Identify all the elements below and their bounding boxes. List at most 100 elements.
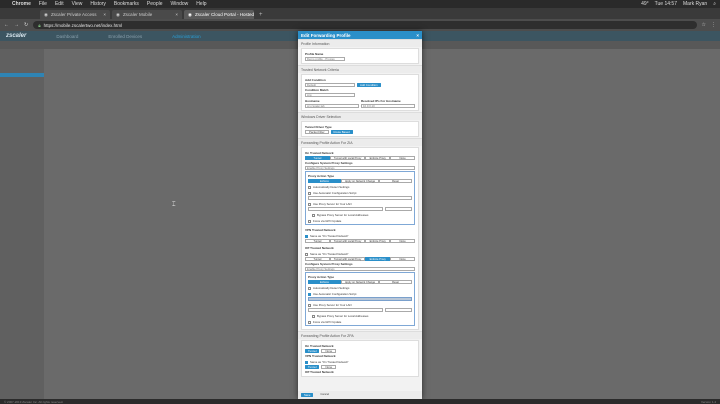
action-tunnel-local-proxy[interactable]: Tunnel with Local Proxy xyxy=(329,156,366,160)
tab-private-access[interactable]: ◉ Zscaler Private Access × xyxy=(40,10,110,19)
user-name[interactable]: Mark Ryan xyxy=(683,1,707,7)
modal-title-bar: Edit Forwarding Profile × xyxy=(298,31,422,39)
profile-name-input[interactable]: Demo profile - Proxies xyxy=(305,57,345,61)
checkbox[interactable] xyxy=(312,213,315,217)
proxy-action-reset[interactable]: Reset xyxy=(379,179,413,183)
off-action-none[interactable]: None xyxy=(390,257,415,261)
search-icon[interactable]: ⌕ xyxy=(713,1,716,7)
checkbox[interactable] xyxy=(312,314,315,318)
bypass-checkbox[interactable]: Bypass Proxy Server for Local Addresses xyxy=(308,213,412,217)
off-configure-proxy-select[interactable]: Enable Proxy Settings xyxy=(305,267,415,271)
menu-dots-icon[interactable]: ⋮ xyxy=(711,22,716,28)
on-trusted-actions: Tunnel Tunnel with Local Proxy Enforce P… xyxy=(305,156,415,160)
menu-window[interactable]: Window xyxy=(171,1,189,7)
auto-detect-checkbox[interactable]: Automatically Detect Settings xyxy=(308,185,412,189)
proxy-action-enforce[interactable]: Enforce xyxy=(308,179,341,183)
zscaler-logo[interactable]: zscaler xyxy=(6,33,26,39)
close-icon[interactable]: × xyxy=(103,12,106,17)
off-proxy-action-reset[interactable]: Reset xyxy=(379,280,413,284)
zpa-vpn-tunnel-option[interactable]: Tunnel xyxy=(305,365,320,369)
clock[interactable]: Tue 14:57 xyxy=(655,1,677,7)
off-force-gpo-checkbox[interactable]: Force via GPO Update xyxy=(308,320,412,324)
proxy-action-on-change[interactable]: Apply on Network Change xyxy=(340,179,380,183)
zpa-vpn-same-checkbox[interactable]: Same as "On Trusted Network" xyxy=(305,360,415,364)
pac-url-input[interactable] xyxy=(308,196,412,200)
zpa-vpn-none-option[interactable]: None xyxy=(321,365,337,369)
save-button[interactable]: Save xyxy=(301,393,314,397)
checkbox[interactable] xyxy=(305,234,308,238)
tab-mobile[interactable]: ◉ Zscaler Mobile × xyxy=(112,10,182,19)
off-use-pac-checkbox[interactable]: Use Automatic Configuration Script xyxy=(308,292,412,296)
vpn-same-as-trusted[interactable]: Same as "On Trusted Network" xyxy=(305,234,415,238)
nav-enrolled-devices[interactable]: Enrolled Devices xyxy=(108,34,142,39)
checkbox[interactable] xyxy=(308,191,311,195)
checkbox[interactable] xyxy=(308,303,311,307)
off-action-enforce-proxy[interactable]: Enforce Proxy xyxy=(365,257,391,261)
new-tab-button[interactable]: + xyxy=(256,10,266,19)
checkbox[interactable] xyxy=(308,286,311,290)
off-auto-detect-checkbox[interactable]: Automatically Detect Settings xyxy=(308,286,412,290)
action-tunnel[interactable]: Tunnel xyxy=(305,156,330,160)
packet-filter-option[interactable]: Packet Filter xyxy=(305,130,329,134)
vpn-actions: Tunnel Tunnel with Local Proxy Enforce P… xyxy=(305,239,415,243)
url-input[interactable]: 🔒︎ https://mobile.zscalertwo.net/index.h… xyxy=(33,21,697,29)
cancel-button[interactable]: Cancel xyxy=(317,392,332,397)
off-action-tunnel[interactable]: Tunnel xyxy=(305,257,330,261)
reload-icon[interactable]: ↻ xyxy=(24,22,28,28)
nav-administration[interactable]: Administration xyxy=(172,34,201,39)
back-icon[interactable]: ← xyxy=(4,22,9,28)
checkbox[interactable] xyxy=(305,360,308,364)
off-pac-url-input[interactable] xyxy=(308,297,412,301)
checkbox[interactable] xyxy=(308,219,311,223)
forward-icon[interactable]: → xyxy=(14,22,19,28)
menu-file[interactable]: File xyxy=(39,1,47,7)
configure-proxy-select[interactable]: Enable Proxy Settings xyxy=(305,166,415,170)
add-condition-select[interactable]: Default xyxy=(305,83,355,87)
off-proxy-action-on-change[interactable]: Apply on Network Change xyxy=(340,280,380,284)
sidebar-item[interactable] xyxy=(0,81,44,85)
vpn-action-enforce-proxy[interactable]: Enforce Proxy xyxy=(365,239,391,243)
proxy-address-input[interactable] xyxy=(308,207,383,211)
off-bypass-checkbox[interactable]: Bypass Proxy Server for Local Addresses xyxy=(308,314,412,318)
zpa-tunnel-option[interactable]: Tunnel xyxy=(305,349,320,353)
zpa-none-option[interactable]: None xyxy=(321,349,337,353)
vpn-action-tunnel-local-proxy[interactable]: Tunnel with Local Proxy xyxy=(329,239,366,243)
menu-edit[interactable]: Edit xyxy=(55,1,64,7)
action-none[interactable]: None xyxy=(390,156,415,160)
menu-history[interactable]: History xyxy=(90,1,106,7)
menu-view[interactable]: View xyxy=(72,1,83,7)
checkbox[interactable] xyxy=(308,292,311,296)
star-icon[interactable]: ☆ xyxy=(702,22,706,28)
add-condition-button[interactable]: Add Condition xyxy=(357,82,381,87)
off-proxy-action-enforce[interactable]: Enforce xyxy=(308,280,341,284)
checkbox[interactable] xyxy=(308,320,311,324)
off-same-as-trusted[interactable]: Same as "On Trusted Network" xyxy=(305,252,415,256)
resolved-ip-input[interactable]: 10.0.0.10 xyxy=(361,104,415,108)
menu-bookmarks[interactable]: Bookmarks xyxy=(114,1,139,7)
action-enforce-proxy[interactable]: Enforce Proxy xyxy=(365,156,391,160)
vpn-action-none[interactable]: None xyxy=(390,239,415,243)
menu-app[interactable]: Chrome xyxy=(12,1,31,7)
off-proxy-port-input[interactable] xyxy=(385,308,412,312)
vpn-action-tunnel[interactable]: Tunnel xyxy=(305,239,330,243)
off-proxy-address-input[interactable] xyxy=(308,308,383,312)
checkbox[interactable] xyxy=(308,202,311,206)
checkbox[interactable] xyxy=(308,185,311,189)
off-action-tunnel-local-proxy[interactable]: Tunnel with Local Proxy xyxy=(329,257,366,261)
close-icon[interactable]: × xyxy=(175,12,178,17)
checkbox-label: Same as "On Trusted Network" xyxy=(310,234,349,238)
hostname-input[interactable]: srv.zscaler.lab xyxy=(305,104,359,108)
menu-help[interactable]: Help xyxy=(196,1,206,7)
tab-cloud-portal[interactable]: ◉ Zscaler Cloud Portal - Hosted × xyxy=(184,10,254,19)
url-text: https://mobile.zscalertwo.net/index.html xyxy=(43,22,123,28)
close-icon[interactable]: × xyxy=(416,33,419,38)
menu-people[interactable]: People xyxy=(147,1,163,7)
checkbox[interactable] xyxy=(305,252,308,256)
nav-dashboard[interactable]: Dashboard xyxy=(56,34,78,39)
route-based-option[interactable]: Route Based xyxy=(330,130,353,134)
battery-status[interactable]: 49° xyxy=(641,1,649,7)
use-pac-checkbox[interactable]: Use Automatic Configuration Script xyxy=(308,191,412,195)
condition-match-select[interactable]: Any xyxy=(305,93,355,97)
force-gpo-checkbox[interactable]: Force via GPO Update xyxy=(308,219,412,223)
proxy-port-input[interactable] xyxy=(385,207,412,211)
